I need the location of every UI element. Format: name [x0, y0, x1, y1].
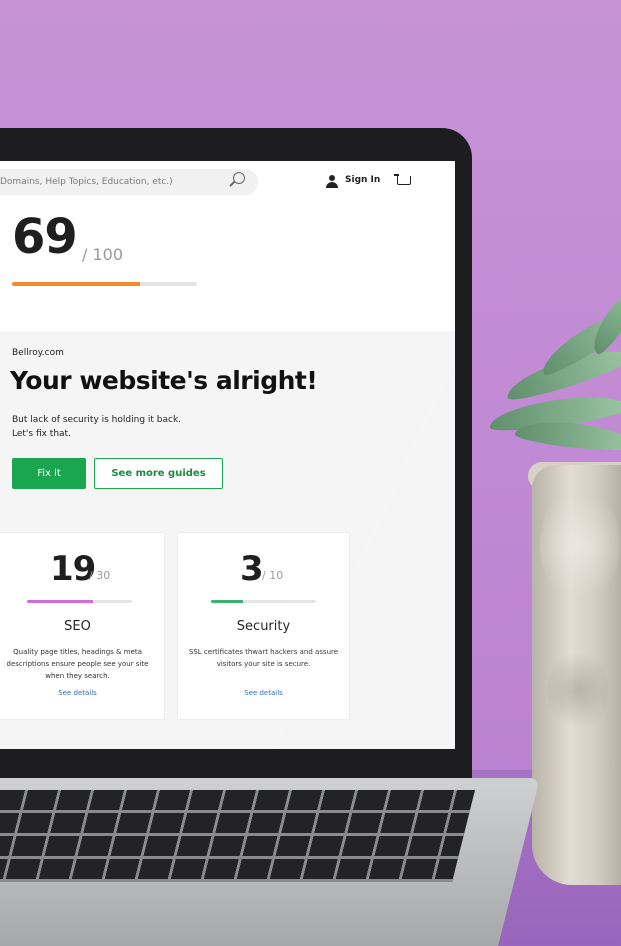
seo-score-fill: [27, 600, 94, 603]
search-input[interactable]: Domains, Help Topics, Education, etc.): [0, 169, 258, 195]
seo-title: SEO: [64, 619, 91, 634]
subtext-line: But lack of security is holding it back.: [12, 415, 182, 425]
seo-card: 19 / 30 SEO Quality page titles, heading…: [0, 532, 165, 720]
security-description: SSL certificates thwart hackers and assu…: [188, 648, 339, 668]
photo-scene: Domains, Help Topics, Education, etc.) S…: [0, 0, 621, 946]
page-title: Your website's alright!: [10, 366, 318, 395]
laptop-keys: [0, 790, 475, 882]
search-icon[interactable]: [233, 172, 245, 184]
overall-score-max: / 100: [82, 245, 124, 264]
security-score-fill: [211, 600, 243, 603]
subtext-line: Let's fix that.: [12, 429, 71, 439]
overall-score-fill: [12, 282, 140, 286]
sign-in-link[interactable]: Sign In: [345, 175, 380, 185]
seo-score-track: [27, 600, 132, 603]
user-icon[interactable]: [326, 175, 338, 189]
fix-it-button[interactable]: Fix it: [12, 458, 86, 489]
see-more-guides-button[interactable]: See more guides: [94, 458, 223, 489]
security-score: 3: [240, 549, 264, 589]
cart-icon[interactable]: [394, 174, 411, 185]
seo-description: Quality page titles, headings & meta des…: [6, 648, 149, 680]
security-see-details-link[interactable]: See details: [178, 689, 349, 697]
site-domain: Bellroy.com: [12, 348, 64, 358]
security-card: 3 / 10 Security SSL certificates thwart …: [177, 532, 350, 720]
security-title: Security: [236, 619, 291, 634]
security-score-track: [211, 600, 316, 603]
plant-pot: [532, 465, 621, 885]
seo-score-max: / 30: [89, 569, 111, 582]
overall-score: 69: [12, 209, 78, 265]
seo-see-details-link[interactable]: See details: [0, 689, 164, 697]
laptop-screen: Domains, Help Topics, Education, etc.) S…: [0, 161, 455, 749]
overall-score-track: [12, 282, 197, 286]
site-header: Domains, Help Topics, Education, etc.) S…: [0, 161, 455, 206]
security-score-max: / 10: [262, 569, 284, 582]
